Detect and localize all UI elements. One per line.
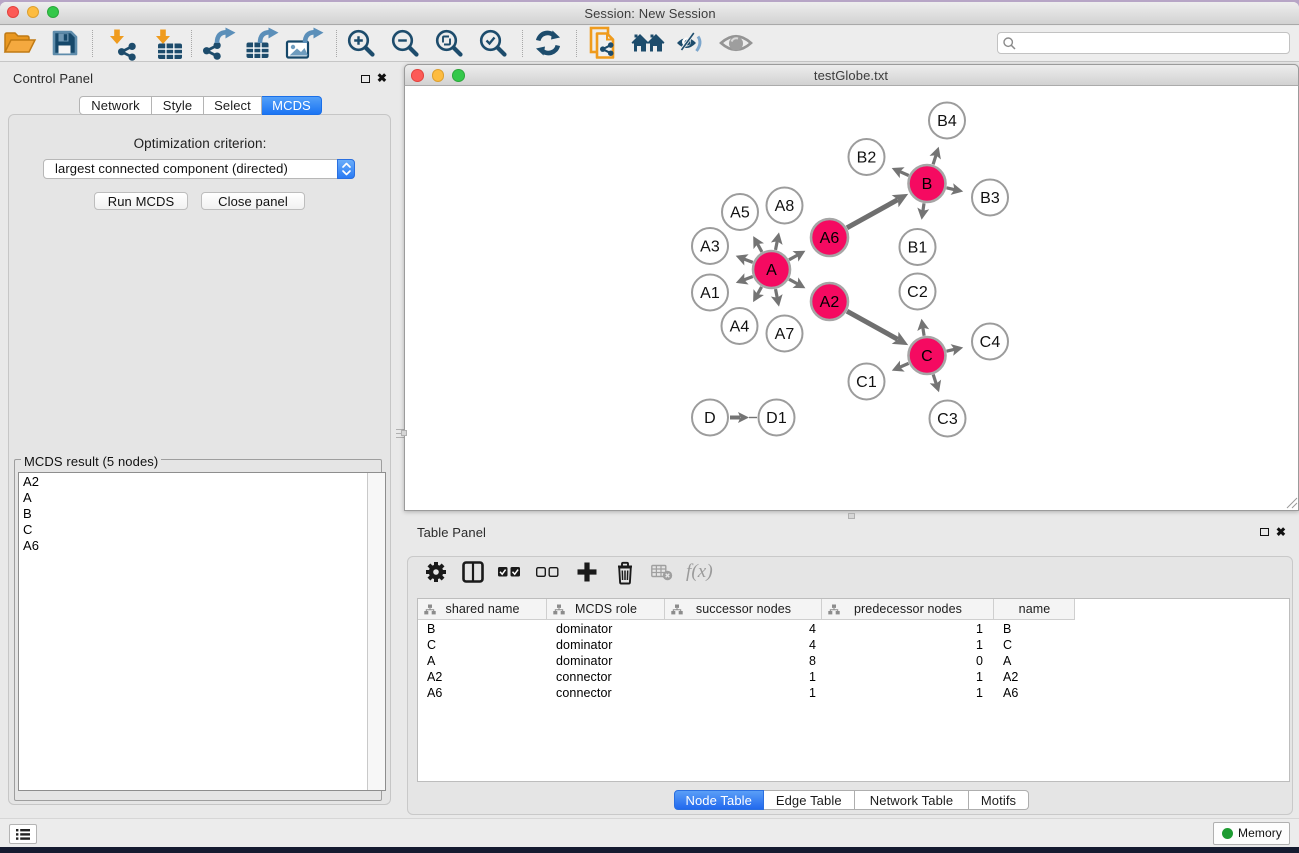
svg-text:D: D <box>704 410 716 427</box>
svg-text:A2: A2 <box>820 294 840 311</box>
svg-text:A6: A6 <box>820 230 840 247</box>
svg-text:A3: A3 <box>700 239 720 256</box>
svg-text:A7: A7 <box>775 326 795 343</box>
svg-text:C3: C3 <box>937 411 958 428</box>
svg-text:B4: B4 <box>937 113 957 130</box>
svg-text:B2: B2 <box>857 150 877 167</box>
svg-text:A5: A5 <box>730 205 750 222</box>
svg-text:C: C <box>921 348 933 365</box>
svg-text:C1: C1 <box>856 374 877 391</box>
svg-text:A4: A4 <box>730 319 750 336</box>
svg-text:C2: C2 <box>907 284 928 301</box>
svg-text:C4: C4 <box>980 334 1001 351</box>
svg-text:A: A <box>766 262 777 279</box>
svg-text:B: B <box>922 176 933 193</box>
svg-text:B1: B1 <box>908 240 928 257</box>
svg-text:A8: A8 <box>775 198 795 215</box>
svg-text:D1: D1 <box>766 410 787 427</box>
svg-text:B3: B3 <box>980 190 1000 207</box>
svg-text:A1: A1 <box>700 285 720 302</box>
